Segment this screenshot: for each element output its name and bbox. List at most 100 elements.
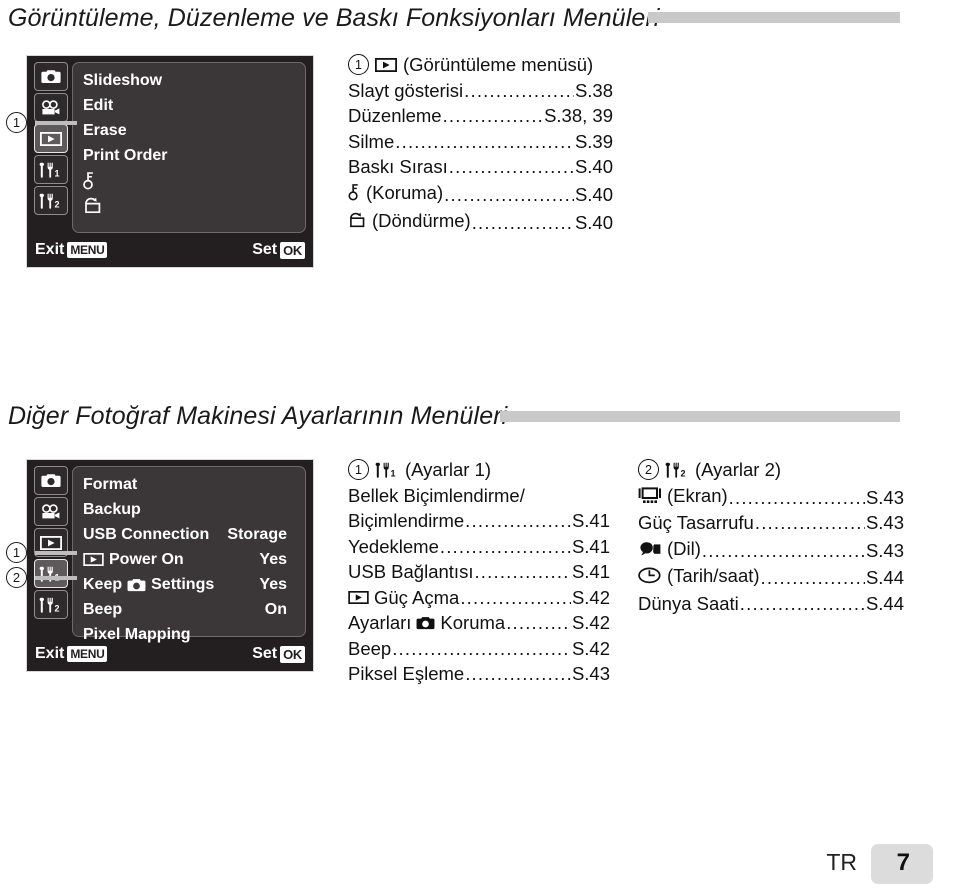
toc-label: Yedekleme [348,535,439,557]
menu-row[interactable]: Power On Yes [83,547,295,572]
menu-row[interactable]: Print Order [83,143,295,168]
toc-entry[interactable]: Piksel Eşleme ..........................… [348,661,610,687]
toc-label-pre: Ayarları [348,612,412,634]
toc-dots: ........................................… [465,510,571,531]
menu-row[interactable]: Edit [83,93,295,118]
menu-list-1: Slideshow Edit Erase Print Order [72,62,306,233]
tab-settings-1[interactable]: 1 [34,559,68,588]
menu-row[interactable]: Beep On [83,597,295,622]
toc-dots: ........................................… [460,586,571,608]
menu-row[interactable]: Keep Settings Yes [83,572,295,597]
menu-row[interactable]: USB Connection Storage [83,522,295,547]
page-number: 7 [896,849,910,876]
toc-entry[interactable]: (Dil) ..................................… [638,536,904,563]
toc-page: S.42 [571,637,610,659]
reference-title: 1 (Görüntüleme menüsü) [348,52,613,78]
menu-item-value: Yes [259,550,287,568]
menu-item-value: Storage [227,525,287,543]
toc-entry[interactable]: Baskı Sırası ...........................… [348,154,613,180]
toc-entry[interactable]: Ayarları Koruma ........................… [348,610,610,636]
toc-dots: ........................................… [754,512,865,534]
callout-2: 2 [6,567,27,588]
toc-dots: ........................................… [395,130,574,152]
menu-row[interactable]: Erase [83,118,295,143]
toc-entry[interactable]: Biçimlendirme ..........................… [348,508,610,534]
menu-item-label: Erase [83,121,127,139]
toc-label: Biçimlendirme [348,510,465,531]
toc-entry[interactable]: (Koruma) ...............................… [348,180,613,208]
set-label: Set [252,645,278,662]
toc-page: S.40 [574,156,613,177]
toc-entry[interactable]: USB Bağlantısı .........................… [348,559,610,585]
toc-page: S.42 [571,612,610,634]
toc-page: S.43 [865,486,904,508]
toc-entry[interactable]: (Ekran) ................................… [638,483,904,511]
toc-entry[interactable]: (Tarih/saat) ...........................… [638,563,904,591]
exit-label: Exit [35,241,65,258]
toc-page: S.41 [571,510,610,531]
toc-label: (Koruma) [366,181,444,203]
tab-camera[interactable] [34,466,68,495]
toc-entry[interactable]: Güç Tasarrufu ..........................… [638,510,904,536]
playback-menu-screenshot: 1 2 Slideshow Edit Erase Print Order Exi… [26,55,314,268]
toc-dots: ........................................… [506,612,571,634]
toc-label: Bellek Biçimlendirme/ [348,484,525,506]
language-icon [638,541,662,557]
menu-row[interactable] [83,168,295,193]
toc-dots: ........................................… [474,561,570,582]
toc-entry[interactable]: Güç Açma ...............................… [348,585,610,611]
exit-label: Exit [35,645,65,662]
svg-text:2: 2 [55,603,60,613]
toc-entry[interactable]: Slayt gösterisi ........................… [348,78,613,104]
toc-label-post: Koruma [440,612,506,634]
settings-menu-screenshot: 1 2 Format Backup USB Connection Storage [26,459,314,672]
tab-movie[interactable] [34,497,68,526]
reference-title: 1 1 (Ayarlar 1) [348,457,610,483]
toc-entry[interactable]: Dünya Saati ............................… [638,591,904,617]
menu-row[interactable]: Slideshow [83,68,295,93]
toc-page: S.39 [574,130,613,152]
ok-key-badge[interactable]: OK [280,645,305,663]
lcd-bottom-bar-2: Exit MENU Set OK [35,642,305,666]
reference-title-text: (Görüntüleme menüsü) [403,54,594,75]
callout-leader-1 [35,121,77,125]
toc-label: (Döndürme) [372,209,471,231]
menu-row[interactable] [83,193,295,218]
rotate-icon [348,212,367,229]
tab-settings-2[interactable]: 2 [34,590,68,619]
toc-entry[interactable]: (Döndürme) .............................… [348,208,613,236]
reference-number: 1 [348,459,369,481]
ok-key-badge[interactable]: OK [280,241,305,259]
menu-item-label: Power On [109,550,184,568]
rotate-icon [83,197,103,215]
menu-item-label: USB Connection [83,525,210,543]
tab-playback[interactable] [34,124,68,153]
toc-label: Güç Açma [374,586,460,608]
section-2-heading: Diğer Fotoğraf Makinesi Ayarlarının Menü… [8,402,508,430]
toc-label: (Tarih/saat) [667,565,760,586]
menu-key-badge[interactable]: MENU [67,242,108,258]
toc-entry[interactable]: Silme ..................................… [348,129,613,155]
toc-entry[interactable]: Bellek Biçimlendirme/ [348,483,610,509]
callout-leader-2a [35,551,77,555]
section-1-heading: Görüntüleme, Düzenleme ve Baskı Fonksiyo… [8,4,660,32]
tab-movie[interactable] [34,93,68,122]
toc-dots: ........................................… [444,184,574,206]
tab-settings-2[interactable]: 2 [34,186,68,215]
menu-item-label: Format [83,475,138,493]
toc-entry[interactable]: Beep ...................................… [348,636,610,662]
toc-page: S.38 [574,79,613,101]
toc-entry[interactable]: Yedekleme ..............................… [348,534,610,560]
menu-key-badge[interactable]: MENU [67,646,108,662]
toc-label: Baskı Sırası [348,156,448,177]
tab-camera[interactable] [34,62,68,91]
menu-item-label: Backup [83,500,141,518]
svg-text:2: 2 [681,468,686,478]
tab-settings-1[interactable]: 1 [34,155,68,184]
toc-dots: ........................................… [739,592,865,614]
toc-entry[interactable]: Düzenleme ..............................… [348,103,613,129]
toc-dots: ........................................… [392,637,571,659]
menu-row[interactable]: Backup [83,497,295,522]
menu-row[interactable]: Format [83,472,295,497]
wrench1-icon: 1 [39,162,63,178]
